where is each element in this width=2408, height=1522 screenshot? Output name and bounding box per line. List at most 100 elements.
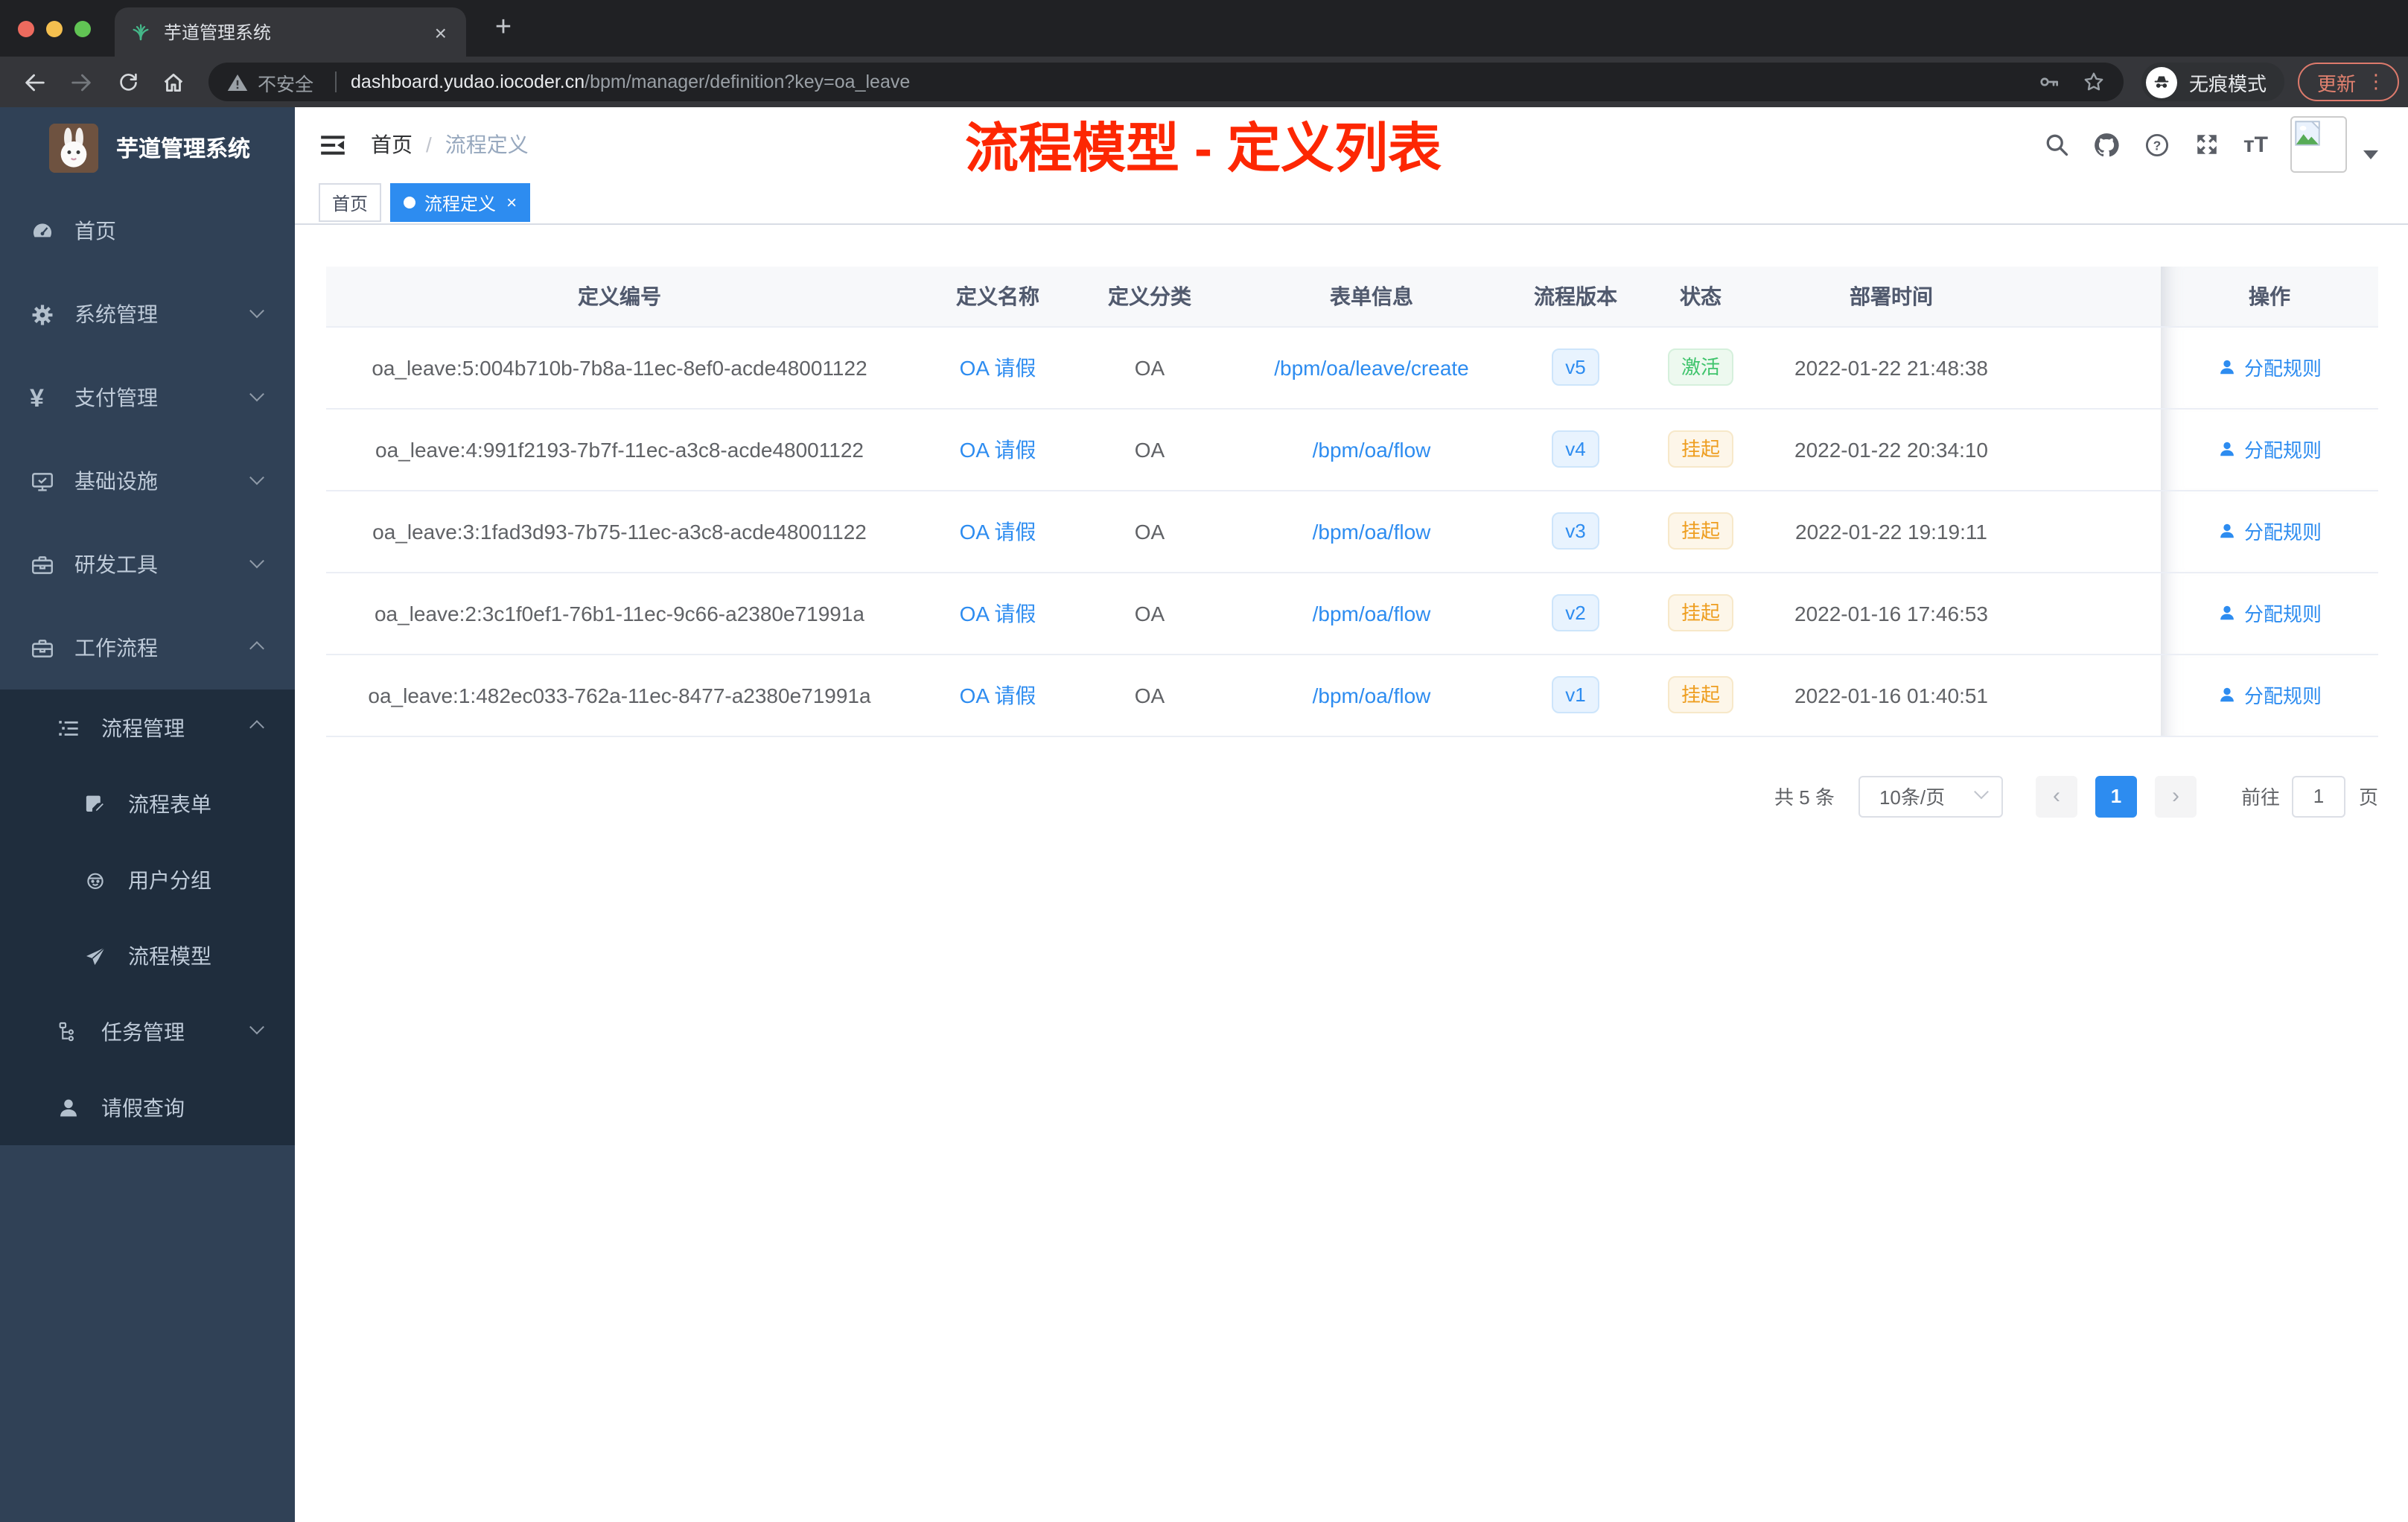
- form-link[interactable]: /bpm/oa/flow: [1313, 437, 1431, 461]
- new-tab-button[interactable]: +: [485, 12, 521, 48]
- definition-name-link[interactable]: OA 请假: [960, 355, 1036, 379]
- assign-rule-label: 分配规则: [2243, 439, 2322, 462]
- tag-home-label: 首页: [332, 193, 369, 214]
- sidebar-item-label: 流程表单: [128, 792, 211, 815]
- sidebar-item-label: 基础设施: [74, 469, 158, 493]
- form-link[interactable]: /bpm/oa/flow: [1313, 519, 1431, 543]
- browser-menu-icon[interactable]: ⋮: [2366, 70, 2386, 94]
- sidebar-item-label: 任务管理: [101, 1019, 185, 1043]
- password-key-icon[interactable]: [2037, 70, 2061, 94]
- table-row-filler: [2006, 408, 2161, 491]
- tag-close-icon[interactable]: ×: [506, 194, 517, 211]
- assign-rule-link[interactable]: 分配规则: [2217, 517, 2322, 545]
- definition-category: OA: [1083, 326, 1217, 409]
- version-badge: v1: [1552, 676, 1599, 713]
- gear-icon: [30, 302, 63, 327]
- sidebar-item-9[interactable]: 流程模型: [0, 917, 295, 993]
- assign-rule-link[interactable]: 分配规则: [2217, 435, 2322, 463]
- browser-tabstrip: 芋道管理系统 × +: [0, 0, 2408, 57]
- assign-rule-link[interactable]: 分配规则: [2217, 353, 2322, 381]
- sidebar-item-label: 首页: [74, 219, 116, 243]
- table-header-cell: 操作: [2161, 267, 2378, 327]
- window-controls: [18, 21, 91, 37]
- assign-rule-label: 分配规则: [2243, 603, 2322, 625]
- sidebar-item-4[interactable]: 研发工具: [0, 523, 295, 606]
- help-icon[interactable]: ?: [2144, 130, 2172, 159]
- current-page-button[interactable]: 1: [2095, 775, 2137, 817]
- maximize-window-button[interactable]: [74, 21, 91, 37]
- browser-tab[interactable]: 芋道管理系统 ×: [115, 7, 466, 57]
- table-header-cell: 状态: [1625, 267, 1777, 327]
- tag-home[interactable]: 首页: [319, 183, 382, 222]
- sidebar-item-0[interactable]: 首页: [0, 189, 295, 273]
- security-warning-label: 不安全: [258, 74, 314, 95]
- sidebar-collapse-icon[interactable]: [319, 130, 347, 159]
- breadcrumb-home[interactable]: 首页: [371, 130, 413, 159]
- active-dot-icon: [404, 197, 416, 208]
- sidebar-item-label: 系统管理: [74, 302, 158, 326]
- bookmark-star-icon[interactable]: [2082, 70, 2106, 94]
- table-header-cell: 定义分类: [1083, 267, 1217, 327]
- page-size-select[interactable]: 10条/页: [1858, 775, 2003, 817]
- tab-close-icon[interactable]: ×: [430, 22, 451, 42]
- user-icon: [57, 1095, 89, 1119]
- form-link[interactable]: /bpm/oa/leave/create: [1274, 355, 1469, 379]
- form-link[interactable]: /bpm/oa/flow: [1313, 683, 1431, 707]
- sidebar-item-11[interactable]: 请假查询: [0, 1069, 295, 1145]
- goto-page-input[interactable]: [2291, 775, 2345, 817]
- reload-icon[interactable]: [104, 61, 150, 103]
- status-badge: 挂起: [1667, 594, 1733, 631]
- assign-rule-link[interactable]: 分配规则: [2217, 681, 2322, 709]
- goto-label: 前往: [2240, 786, 2280, 809]
- address-bar[interactable]: 不安全 dashboard.yudao.iocoder.cn/bpm/manag…: [208, 63, 2124, 101]
- search-icon[interactable]: [2044, 131, 2071, 158]
- table-header-cell: 表单信息: [1217, 267, 1526, 327]
- fullscreen-icon[interactable]: [2194, 131, 2221, 158]
- sidebar-item-5[interactable]: 工作流程: [0, 606, 295, 690]
- definition-name-link[interactable]: OA 请假: [960, 601, 1036, 625]
- chevron-down-icon[interactable]: [2363, 150, 2378, 159]
- font-size-icon[interactable]: тT: [2243, 132, 2268, 157]
- sidebar-item-label: 请假查询: [101, 1095, 185, 1119]
- deploy-time: 2022-01-22 20:34:10: [1777, 408, 2006, 491]
- definition-name-link[interactable]: OA 请假: [960, 437, 1036, 461]
- url-divider: [334, 71, 337, 92]
- close-window-button[interactable]: [18, 21, 34, 37]
- user-avatar[interactable]: [2290, 116, 2347, 173]
- sidebar-item-7[interactable]: 流程表单: [0, 765, 295, 841]
- briefcase-icon: [30, 635, 63, 660]
- assign-rule-label: 分配规则: [2243, 685, 2322, 707]
- sidebar-item-10[interactable]: 任务管理: [0, 993, 295, 1069]
- browser-update-button[interactable]: 更新 ⋮: [2297, 63, 2399, 101]
- sidebar-item-6[interactable]: 流程管理: [0, 690, 295, 765]
- assign-rule-link[interactable]: 分配规则: [2217, 599, 2322, 627]
- update-label: 更新: [2316, 72, 2356, 95]
- page-size-value: 10条/页: [1879, 786, 1946, 809]
- assignee-icon: [2217, 603, 2237, 623]
- definition-id: oa_leave:4:991f2193-7b7f-11ec-a3c8-acde4…: [326, 408, 913, 491]
- sidebar-item-2[interactable]: ¥ 支付管理: [0, 356, 295, 439]
- minimize-window-button[interactable]: [46, 21, 63, 37]
- broken-image-icon: [2295, 121, 2320, 146]
- deploy-time: 2022-01-22 19:19:11: [1777, 490, 2006, 573]
- forward-icon[interactable]: [58, 61, 104, 103]
- total-count-label: 共 5 条: [1774, 786, 1835, 809]
- sidebar-item-8[interactable]: 用户分组: [0, 841, 295, 917]
- next-page-button[interactable]: ›: [2154, 775, 2197, 817]
- back-icon[interactable]: [12, 61, 58, 103]
- home-icon[interactable]: [150, 61, 197, 103]
- sidebar-item-1[interactable]: 系统管理: [0, 273, 295, 356]
- definition-name-link[interactable]: OA 请假: [960, 683, 1036, 707]
- app-logo[interactable]: 芋道管理系统: [0, 107, 295, 189]
- prev-page-button[interactable]: ‹: [2035, 775, 2077, 817]
- sidebar-item-3[interactable]: 基础设施: [0, 439, 295, 523]
- incognito-badge: 无痕模式: [2141, 63, 2284, 101]
- github-icon[interactable]: [2093, 130, 2121, 159]
- assign-rule-label: 分配规则: [2243, 357, 2322, 380]
- form-icon: [83, 792, 116, 815]
- pagination: 共 5 条 10条/页 ‹ 1 › 前往 页: [326, 775, 2378, 817]
- definition-name-link[interactable]: OA 请假: [960, 519, 1036, 543]
- tag-process-definition[interactable]: 流程定义 ×: [390, 183, 531, 222]
- sidebar-menu: 首页系统管理 ¥ 支付管理基础设施研发工具 工作流程 流程管理流程表单用户分组 流程模型任…: [0, 189, 295, 1145]
- form-link[interactable]: /bpm/oa/flow: [1313, 601, 1431, 625]
